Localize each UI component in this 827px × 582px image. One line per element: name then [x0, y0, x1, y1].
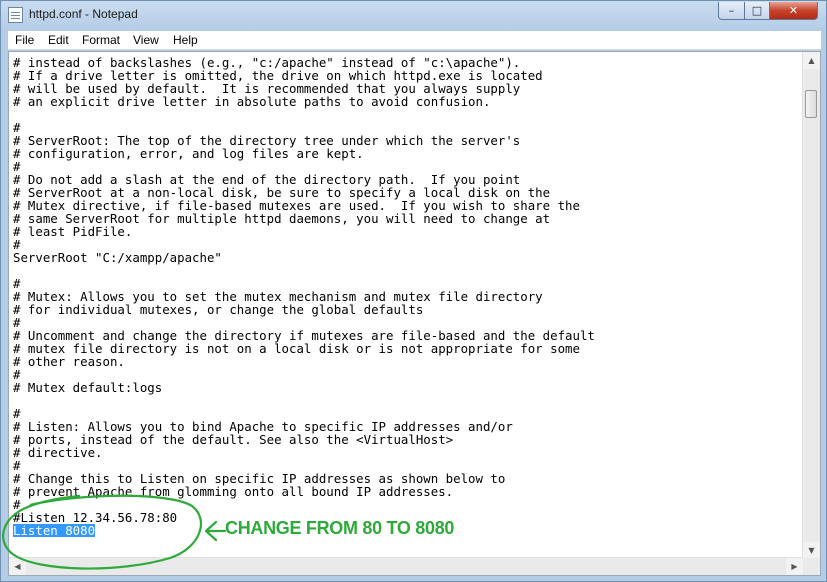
text-line: # for individual mutexes, or change the … [13, 302, 424, 317]
menu-edit[interactable]: Edit [48, 33, 69, 47]
text-line: # other reason. [13, 354, 125, 369]
annotation-label: CHANGE FROM 80 TO 8080 [225, 518, 455, 538]
menu-bar: File Edit Format View Help [8, 31, 821, 50]
selected-line: Listen 8080 [13, 523, 96, 538]
text-line: # configuration, error, and log files ar… [13, 146, 364, 161]
text-line: # directive. [13, 445, 103, 460]
scroll-left-icon[interactable]: ◀ [9, 558, 26, 575]
text-line: # an explicit drive letter in absolute p… [13, 94, 491, 109]
vertical-scroll-thumb[interactable] [805, 90, 817, 118]
minimize-button[interactable]: – [718, 2, 745, 20]
text-line: # prevent Apache from glomming onto all … [13, 484, 454, 499]
maximize-button[interactable]: □ [744, 2, 770, 20]
scroll-right-icon[interactable]: ▶ [786, 558, 803, 575]
menu-view[interactable]: View [133, 33, 159, 47]
title-bar[interactable]: httpd.conf - Notepad – □ ✕ [1, 1, 826, 29]
notepad-icon[interactable] [8, 7, 23, 23]
text-line: ServerRoot "C:/xampp/apache" [13, 250, 222, 265]
text-editor[interactable]: # instead of backslashes (e.g., "c:/apac… [8, 51, 821, 576]
text-line: # Mutex default:logs [13, 380, 163, 395]
close-button[interactable]: ✕ [769, 2, 818, 20]
scroll-down-icon[interactable]: ▼ [803, 542, 820, 559]
scroll-up-icon[interactable]: ▲ [803, 52, 820, 69]
horizontal-scrollbar[interactable]: ◀ ▶ [9, 557, 803, 575]
scrollbar-corner [803, 558, 820, 575]
menu-file[interactable]: File [15, 33, 34, 47]
menu-format[interactable]: Format [82, 33, 120, 47]
editor-text-area[interactable]: # instead of backslashes (e.g., "c:/apac… [13, 54, 803, 559]
text-line: # least PidFile. [13, 224, 133, 239]
window-title: httpd.conf - Notepad [29, 7, 138, 21]
menu-help[interactable]: Help [173, 33, 198, 47]
vertical-scrollbar[interactable]: ▲ ▼ [802, 52, 820, 559]
notepad-window: httpd.conf - Notepad – □ ✕ File Edit For… [0, 0, 827, 582]
